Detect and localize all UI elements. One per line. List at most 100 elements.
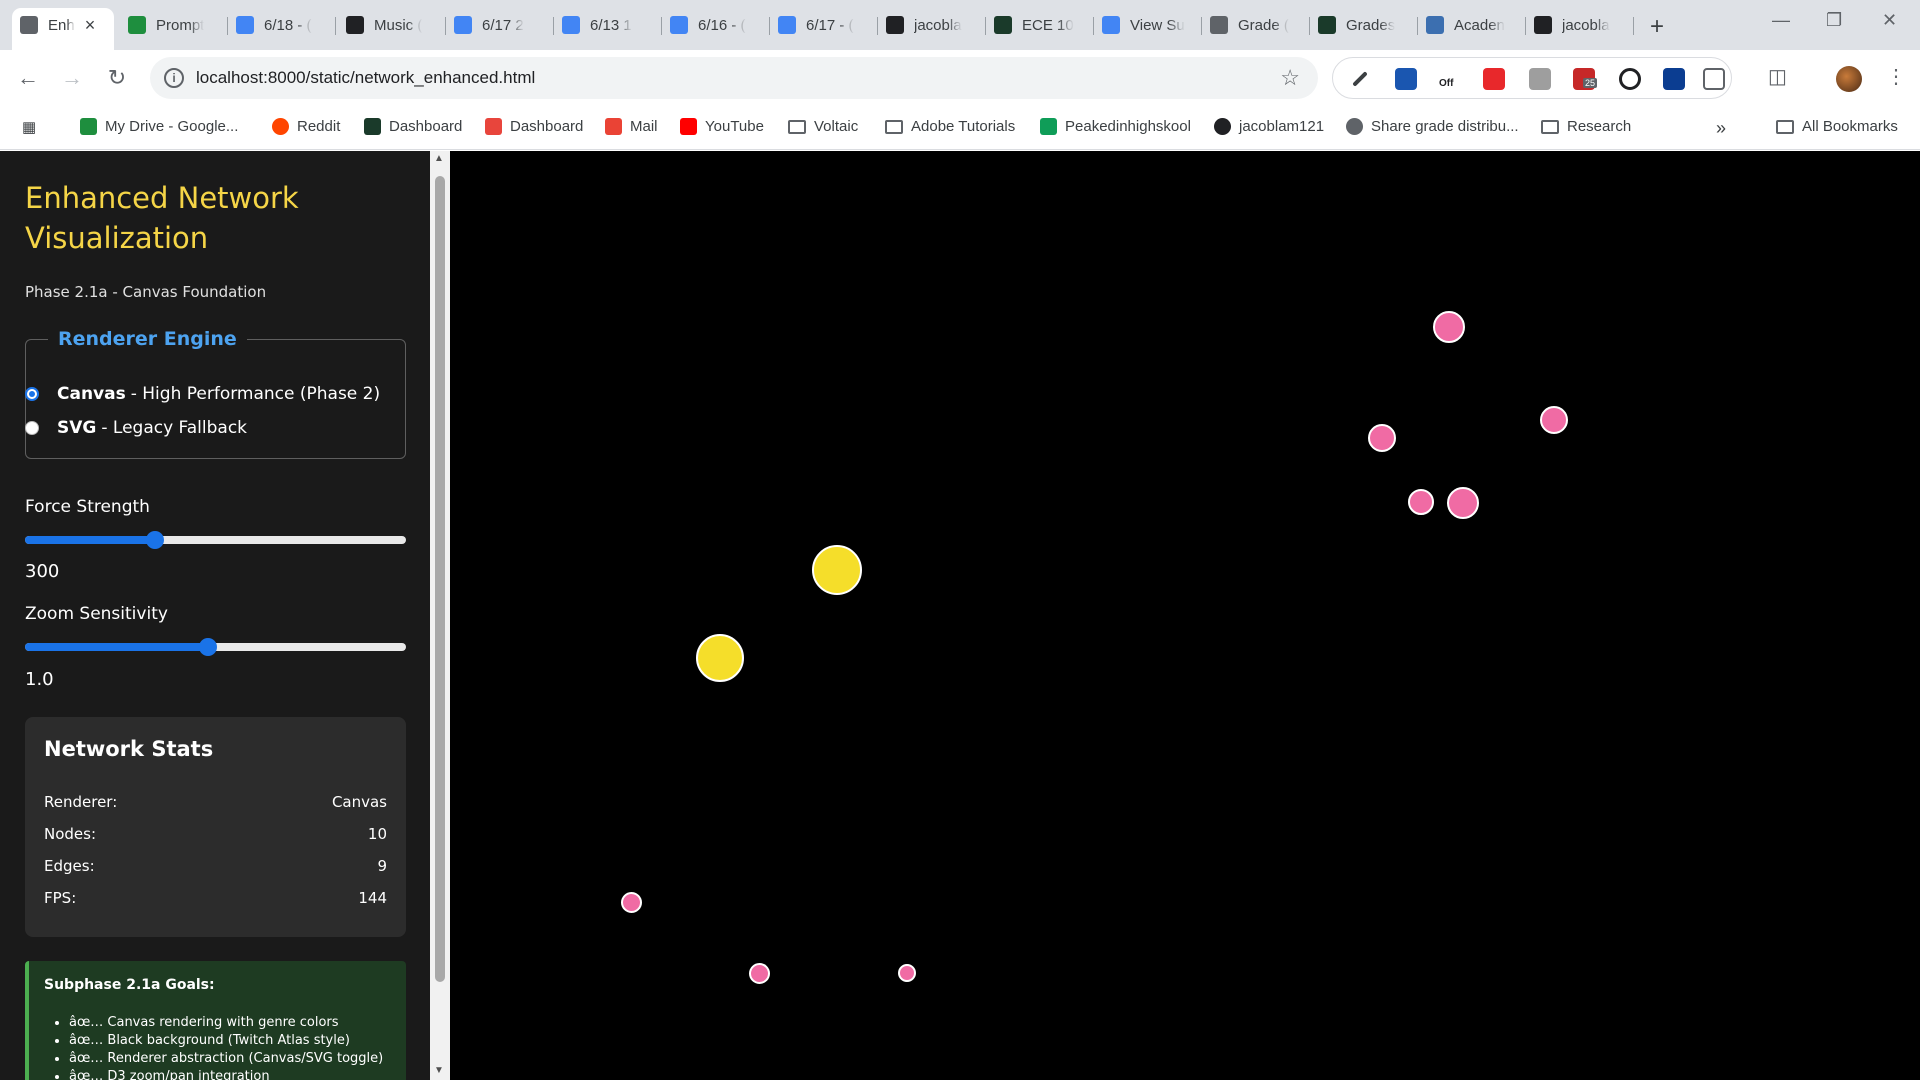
stat-edges: Edges: 9 [44,857,387,875]
slider-handle[interactable] [145,531,164,549]
bookmark-item[interactable]: Dashboard [485,118,583,135]
google-sheets-icon [1040,118,1057,135]
scroll-up-icon[interactable]: ▲ [434,153,444,164]
bookmark-item[interactable]: Peakedinhighskool [1040,118,1191,135]
bar-chart-icon [1102,16,1120,34]
browser-tab[interactable]: Grades [1310,8,1418,42]
page-content: Enhanced Network Visualization Phase 2.1… [0,151,1920,1080]
bookmark-item[interactable]: Voltaic [788,118,858,135]
force-strength-slider[interactable] [25,531,406,549]
network-node[interactable] [696,634,744,682]
bookmark-item[interactable]: Dashboard [364,118,462,135]
network-node[interactable] [621,892,642,913]
all-bookmarks[interactable]: All Bookmarks [1776,118,1898,135]
browser-tab[interactable]: jacobla [1526,8,1634,42]
browser-tab[interactable]: Enh × [12,8,114,50]
purdue-icon [1318,16,1336,34]
more-bookmarks-icon[interactable]: » [1716,118,1726,139]
browser-tab[interactable]: Acaden [1418,8,1526,42]
gmail-icon [605,118,622,135]
slider-handle[interactable] [198,638,217,656]
network-node[interactable] [1408,489,1434,515]
url-text[interactable]: localhost:8000/static/network_enhanced.h… [196,68,535,88]
network-canvas[interactable] [450,151,1920,1080]
goal-item: âœ… Renderer abstraction (Canvas/SVG tog… [69,1051,383,1069]
bookmark-star-icon[interactable]: ☆ [1280,65,1300,91]
scrollbar-thumb[interactable] [435,176,445,982]
renderer-legend: Renderer Engine [58,328,237,350]
apps-grid-icon[interactable]: ▦ [22,118,36,136]
sidebar-scrollbar[interactable]: ▲ ▼ [430,151,450,1080]
site-info-icon[interactable]: i [164,68,184,88]
network-node[interactable] [1447,487,1479,519]
network-node[interactable] [749,963,770,984]
bookmark-item[interactable]: Research [1541,118,1631,135]
browser-tab[interactable]: ECE 10 [986,8,1094,42]
network-node[interactable] [1433,311,1465,343]
browser-tab[interactable]: jacobla [878,8,986,42]
tab-title: Music ( [374,16,423,34]
grammar-extension-icon[interactable] [1619,68,1641,90]
browser-menu-icon[interactable]: ⋮ [1886,64,1906,89]
fp-extension-icon[interactable] [1663,68,1685,90]
bookmark-item[interactable]: Mail [605,118,658,135]
minimize-icon[interactable]: — [1772,10,1790,31]
browser-tab[interactable]: Prompt [120,8,228,42]
tab-title: 6/18 - ( [264,16,312,34]
browser-tab[interactable]: 6/17 - ( [770,8,878,42]
bookmark-item[interactable]: Adobe Tutorials [885,118,1015,135]
browser-tab[interactable]: Music ( [338,8,446,42]
profile-avatar[interactable] [1836,66,1862,92]
github-icon [886,16,904,34]
ublock-icon[interactable]: 25 [1573,68,1598,90]
zoom-sensitivity-slider[interactable] [25,638,406,656]
bookmark-label: Mail [630,118,658,135]
bookmark-item[interactable]: Share grade distribu... [1346,118,1519,135]
folder-icon [885,119,903,134]
reader-extension-icon[interactable] [1395,68,1417,90]
browser-tab[interactable]: 6/16 - ( [662,8,770,42]
force-strength-label: Force Strength [25,497,150,517]
network-stats-panel: Network Stats Renderer: Canvas Nodes: 10 E… [25,717,406,937]
slider-fill [25,536,155,544]
bookmark-item[interactable]: My Drive - Google... [80,118,238,135]
tab-search-icon[interactable]: ◫ [1768,64,1787,89]
youtube-icon [680,118,697,135]
renderer-option-svg[interactable]: SVG - Legacy Fallback [25,418,247,438]
renderer-option-canvas[interactable]: Canvas - High Performance (Phase 2) [25,384,380,404]
forward-icon[interactable]: → [58,64,86,92]
network-node[interactable] [1368,424,1396,452]
reload-icon[interactable]: ↻ [103,64,131,92]
restore-icon[interactable]: ❐ [1826,10,1842,31]
stat-fps: FPS: 144 [44,889,387,907]
browser-tab[interactable]: View Su [1094,8,1202,42]
page-title: Enhanced Network Visualization [25,181,299,255]
network-node[interactable] [1540,406,1568,434]
ghost-extension-icon[interactable] [1529,68,1551,90]
browser-tab[interactable]: 6/13 1 [554,8,662,42]
back-icon[interactable]: ← [14,64,42,92]
network-node[interactable] [898,964,916,982]
tab-title: Prompt [156,16,205,34]
github-icon [1534,16,1552,34]
extensions-puzzle-icon[interactable] [1703,68,1725,90]
close-tab-icon[interactable]: × [85,15,96,36]
bookmark-item[interactable]: Reddit [272,118,340,135]
close-window-icon[interactable]: ✕ [1882,10,1897,31]
network-node[interactable] [812,545,862,595]
svg-radio[interactable] [25,421,39,435]
bookmark-label: Dashboard [389,118,463,135]
canvas-radio[interactable] [25,387,39,401]
browser-tab[interactable]: Grade ( [1202,8,1310,42]
eyedropper-icon[interactable] [1352,71,1368,87]
browser-tab[interactable]: 6/17 2 [446,8,554,42]
bookmark-item[interactable]: jacoblam121 [1214,118,1324,135]
youtube-extension-icon[interactable] [1483,68,1505,90]
scroll-down-icon[interactable]: ▼ [434,1065,444,1076]
autoplay-off-icon[interactable]: Off [1439,68,1465,90]
browser-tab[interactable]: 6/18 - ( [228,8,336,42]
new-tab-icon[interactable]: + [1650,13,1664,41]
address-bar[interactable]: i localhost:8000/static/network_enhanced… [150,57,1318,99]
bookmark-item[interactable]: YouTube [680,118,764,135]
bookmark-label: YouTube [705,118,764,135]
